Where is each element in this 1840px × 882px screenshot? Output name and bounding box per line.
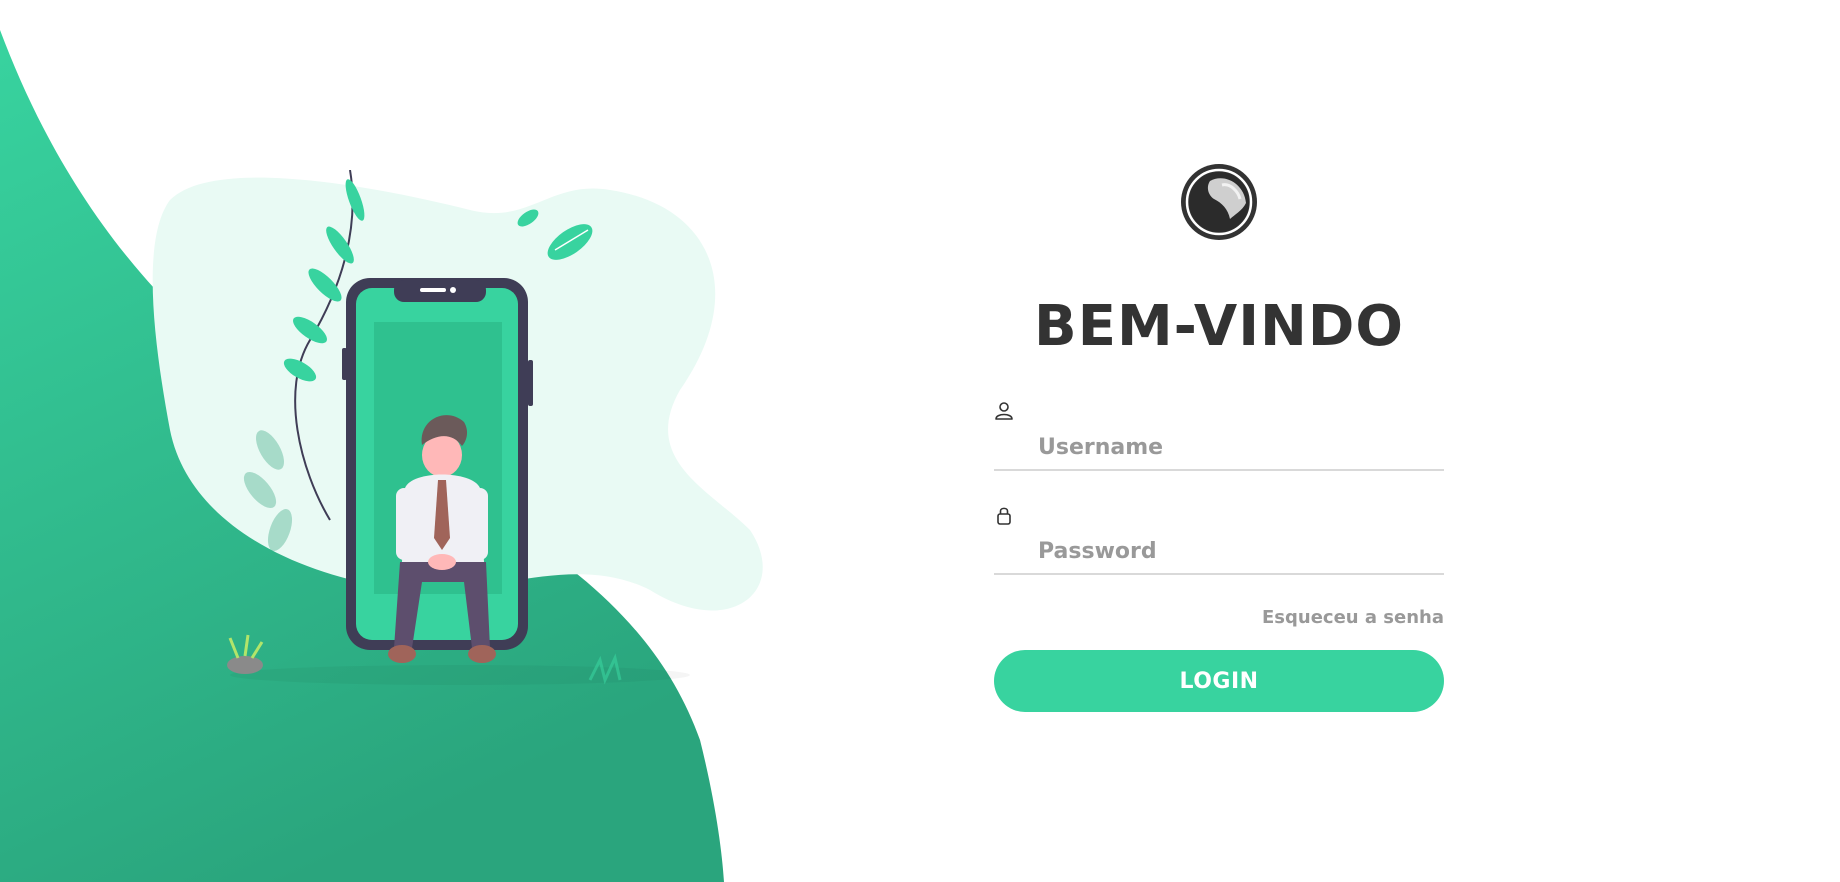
avatar-icon	[1181, 164, 1257, 240]
login-button[interactable]: LOGIN	[994, 650, 1444, 712]
person-with-phone-illustration	[152, 170, 763, 685]
username-field	[994, 401, 1444, 471]
password-input[interactable]	[1038, 533, 1444, 569]
page-title: BEM-VINDO	[1034, 294, 1404, 359]
forgot-password-link[interactable]: Esqueceu a senha	[994, 607, 1444, 628]
login-page: BEM-VINDO Esqueceu a senha LOGIN	[0, 0, 1840, 882]
password-field	[994, 505, 1444, 575]
login-form: BEM-VINDO Esqueceu a senha LOGIN	[994, 163, 1444, 712]
username-input[interactable]	[1038, 429, 1444, 465]
lock-icon	[997, 507, 1011, 525]
user-icon	[995, 402, 1013, 420]
